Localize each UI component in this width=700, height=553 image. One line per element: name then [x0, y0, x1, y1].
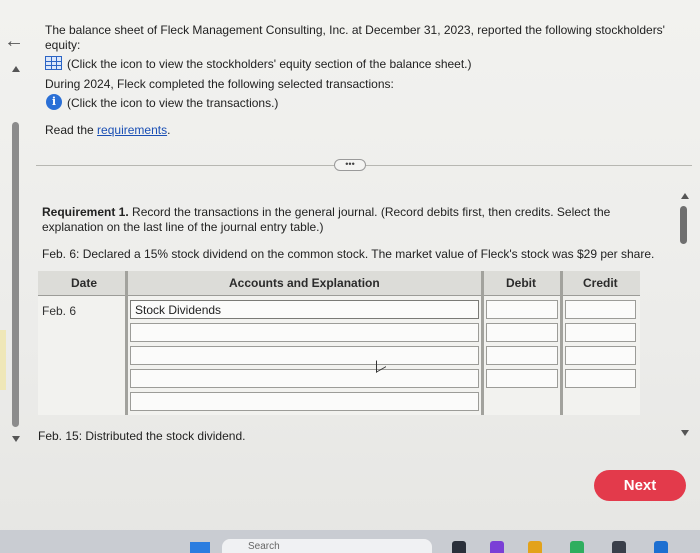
column-separator-date [125, 271, 128, 415]
header-debit: Debit [506, 276, 536, 290]
intro-line-3: During 2024, Fleck completed the followi… [45, 77, 394, 91]
column-separator-accounts [481, 271, 484, 415]
table-body: Feb. 6 [38, 296, 640, 415]
requirement-label: Requirement 1. [42, 205, 129, 219]
read-prefix: Read the [45, 123, 98, 137]
balance-sheet-table-icon[interactable] [45, 56, 62, 70]
back-arrow-icon[interactable]: ← [4, 30, 24, 53]
taskbar-search-box[interactable]: Search [222, 539, 432, 553]
taskbar-app-icon-3[interactable] [612, 541, 626, 553]
read-requirements-line: Read the requirements. [45, 123, 170, 138]
page: ← The balance sheet of Fleck Management … [0, 0, 700, 553]
column-separator-debit [560, 271, 563, 415]
side-highlight [0, 330, 6, 390]
debit-input-2[interactable] [486, 323, 558, 342]
requirements-link[interactable]: requirements [97, 123, 167, 137]
account-input-4[interactable] [130, 369, 479, 388]
right-scroll-up-icon[interactable] [681, 193, 689, 199]
debit-input-1[interactable] [486, 300, 558, 319]
intro-line-2: equity: [45, 38, 81, 52]
header-credit: Credit [583, 276, 618, 290]
taskbar-app-icon-2[interactable] [490, 541, 504, 553]
credit-input-1[interactable] [565, 300, 636, 319]
account-input-1[interactable] [130, 300, 479, 319]
credit-input-3[interactable] [565, 346, 636, 365]
intro-line-1: The balance sheet of Fleck Management Co… [45, 23, 665, 37]
balance-sheet-hint: (Click the icon to view the stockholders… [67, 57, 472, 71]
right-scrollbar-thumb[interactable] [680, 206, 687, 244]
right-scroll-down-icon[interactable] [681, 430, 689, 436]
debit-input-3[interactable] [486, 346, 558, 365]
scroll-down-arrow-icon[interactable] [12, 436, 20, 442]
expand-ellipsis-button[interactable]: ••• [334, 159, 366, 171]
table-header: Date Accounts and Explanation Debit Cred… [38, 271, 640, 296]
left-scrollbar[interactable] [12, 122, 19, 427]
account-input-3[interactable] [130, 346, 479, 365]
credit-input-4[interactable] [565, 369, 636, 388]
taskbar-app-icon-1[interactable] [452, 541, 466, 553]
header-date: Date [71, 276, 98, 290]
requirement-line-2: explanation on the last line of the jour… [42, 220, 324, 234]
explanation-input[interactable] [130, 392, 479, 411]
taskbar-folder-icon[interactable] [528, 541, 542, 553]
transaction-feb15: Feb. 15: Distributed the stock dividend. [38, 429, 246, 443]
debit-input-4[interactable] [486, 369, 558, 388]
transaction-feb6: Feb. 6: Declared a 15% stock dividend on… [42, 247, 655, 261]
account-input-2[interactable] [130, 323, 479, 342]
windows-start-icon[interactable] [190, 542, 210, 553]
read-suffix: . [167, 123, 171, 137]
taskbar-browser-icon[interactable] [570, 541, 584, 553]
requirement-text-1: Record the transactions in the general j… [128, 205, 611, 219]
transactions-hint: (Click the icon to view the transactions… [67, 96, 279, 110]
journal-entry-table: Date Accounts and Explanation Debit Cred… [38, 271, 640, 415]
header-accounts: Accounts and Explanation [229, 276, 380, 290]
date-cell: Feb. 6 [42, 304, 77, 318]
info-icon[interactable]: i [46, 94, 62, 110]
scroll-up-arrow-icon[interactable] [12, 66, 20, 72]
credit-input-2[interactable] [565, 323, 636, 342]
requirement-line-1: Requirement 1. Record the transactions i… [42, 205, 610, 220]
next-button[interactable]: Next [594, 470, 686, 501]
taskbar-app-icon-4[interactable] [654, 541, 668, 553]
